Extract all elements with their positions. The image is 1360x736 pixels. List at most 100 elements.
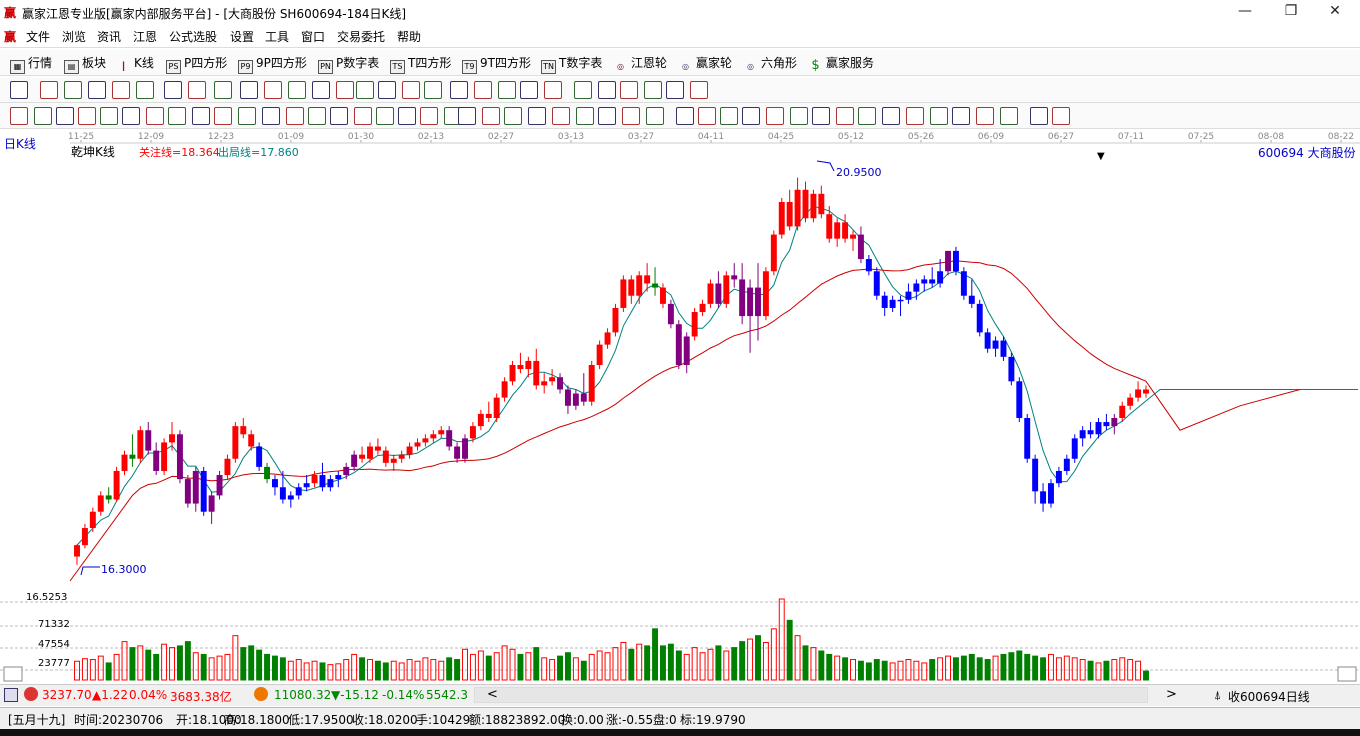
- analysis-tool-button-14[interactable]: [308, 107, 326, 125]
- analysis-tool-button-15[interactable]: [330, 107, 348, 125]
- analysis-tool-button-32[interactable]: [720, 107, 738, 125]
- analysis-tool-button-17[interactable]: [376, 107, 394, 125]
- analysis-tool-button-2[interactable]: [34, 107, 52, 125]
- analysis-tool-button-34[interactable]: [766, 107, 784, 125]
- analysis-tool-button-29[interactable]: [646, 107, 664, 125]
- analysis-tool-button-31[interactable]: [698, 107, 716, 125]
- tool-button-7[interactable]: [164, 81, 182, 99]
- tool-button-13[interactable]: [312, 81, 330, 99]
- toolbar-9p-square-button[interactable]: P9 9P四方形: [238, 54, 307, 74]
- tool-button-27[interactable]: [644, 81, 662, 99]
- tool-button-4[interactable]: [88, 81, 106, 99]
- analysis-tool-button-26[interactable]: [576, 107, 594, 125]
- analysis-tool-button-11[interactable]: [238, 107, 256, 125]
- analysis-tool-button-10[interactable]: [214, 107, 232, 125]
- analysis-tool-button-7[interactable]: [146, 107, 164, 125]
- tool-button-25[interactable]: [598, 81, 616, 99]
- analysis-tool-button-23[interactable]: [504, 107, 522, 125]
- menu-window[interactable]: 窗口: [301, 28, 325, 45]
- volume-expand-button[interactable]: [3, 666, 23, 682]
- analysis-tool-button-22[interactable]: [482, 107, 500, 125]
- analysis-tool-button-27[interactable]: [598, 107, 616, 125]
- analysis-tool-button-13[interactable]: [286, 107, 304, 125]
- tool-button-12[interactable]: [288, 81, 306, 99]
- tool-button-6[interactable]: [136, 81, 154, 99]
- tool-button-21[interactable]: [498, 81, 516, 99]
- kline-chart[interactable]: 11-25 12-09 12-23 01-09 01-30 02-13 02-27 03-13…: [0, 129, 1360, 684]
- toolbar-gann-wheel-button[interactable]: ◎ 江恩轮: [613, 54, 667, 72]
- menu-tools[interactable]: 工具: [265, 28, 289, 45]
- tool-button-2[interactable]: [40, 81, 58, 99]
- analysis-tool-button-24[interactable]: [528, 107, 546, 125]
- tool-button-20[interactable]: [474, 81, 492, 99]
- toolbar-t-square-button[interactable]: TS T四方形: [390, 54, 451, 74]
- analysis-tool-button-46[interactable]: [1052, 107, 1070, 125]
- analysis-tool-button-42[interactable]: [952, 107, 970, 125]
- volume-scroll-button[interactable]: [1337, 666, 1357, 682]
- horizontal-scrollbar[interactable]: [474, 687, 1148, 703]
- analysis-tool-button-5[interactable]: [100, 107, 118, 125]
- menu-help[interactable]: 帮助: [397, 28, 421, 45]
- analysis-tool-button-36[interactable]: [812, 107, 830, 125]
- minimize-button[interactable]: —: [1222, 0, 1268, 24]
- analysis-tool-button-39[interactable]: [882, 107, 900, 125]
- tool-button-3[interactable]: [64, 81, 82, 99]
- scroll-left-button[interactable]: <: [487, 687, 498, 702]
- tool-button-28[interactable]: [666, 81, 684, 99]
- tool-button-26[interactable]: [620, 81, 638, 99]
- toolbar-t-number-button[interactable]: TN T数字表: [541, 54, 602, 74]
- toolbar-sector-button[interactable]: ▤ 板块: [64, 54, 106, 74]
- tool-button-8[interactable]: [188, 81, 206, 99]
- tool-button-9[interactable]: [214, 81, 232, 99]
- toolbar-p-square-button[interactable]: PS P四方形: [166, 54, 227, 74]
- toolbar-9t-square-button[interactable]: T9 9T四方形: [462, 54, 531, 74]
- toolbar-hexagon-button[interactable]: ◎ 六角形: [743, 54, 797, 72]
- maximize-button[interactable]: ❐: [1268, 0, 1314, 24]
- tool-button-18[interactable]: [424, 81, 442, 99]
- menu-trade[interactable]: 交易委托: [337, 28, 385, 45]
- menu-gann[interactable]: 江恩: [133, 28, 157, 45]
- tool-button-11[interactable]: [264, 81, 282, 99]
- grid-icon[interactable]: [4, 688, 18, 702]
- tool-button-16[interactable]: [378, 81, 396, 99]
- toolbar-kline-button[interactable]: ┃ K线: [116, 54, 154, 72]
- analysis-tool-button-28[interactable]: [622, 107, 640, 125]
- analysis-tool-button-40[interactable]: [906, 107, 924, 125]
- kline-chart-area[interactable]: 11-25 12-09 12-23 01-09 01-30 02-13 02-27 03-13…: [0, 129, 1360, 684]
- analysis-tool-button-37[interactable]: [836, 107, 854, 125]
- toolbar-winner-wheel-button[interactable]: ◎ 赢家轮: [678, 54, 732, 72]
- analysis-tool-button-16[interactable]: [354, 107, 372, 125]
- menu-formula[interactable]: 公式选股: [169, 28, 217, 45]
- analysis-tool-button-45[interactable]: [1030, 107, 1048, 125]
- analysis-tool-button-8[interactable]: [168, 107, 186, 125]
- analysis-tool-button-21[interactable]: [458, 107, 476, 125]
- analysis-tool-button-38[interactable]: [858, 107, 876, 125]
- analysis-tool-button-9[interactable]: [192, 107, 210, 125]
- menu-file[interactable]: 文件: [26, 28, 50, 45]
- tool-button-10[interactable]: [240, 81, 258, 99]
- toolbar-p-number-button[interactable]: PN P数字表: [318, 54, 379, 74]
- analysis-tool-button-18[interactable]: [398, 107, 416, 125]
- menu-info[interactable]: 资讯: [97, 28, 121, 45]
- tool-button-17[interactable]: [402, 81, 420, 99]
- tool-button-14[interactable]: [336, 81, 354, 99]
- analysis-tool-button-1[interactable]: [10, 107, 28, 125]
- analysis-tool-button-41[interactable]: [930, 107, 948, 125]
- tool-button-24[interactable]: [574, 81, 592, 99]
- menu-browse[interactable]: 浏览: [62, 28, 86, 45]
- tool-button-29[interactable]: [690, 81, 708, 99]
- toolbar-quotes-button[interactable]: ▦ 行情: [10, 54, 52, 74]
- tool-button-22[interactable]: [520, 81, 538, 99]
- analysis-tool-button-19[interactable]: [420, 107, 438, 125]
- analysis-tool-button-6[interactable]: [122, 107, 140, 125]
- tool-button-23[interactable]: [544, 81, 562, 99]
- scroll-right-button[interactable]: >: [1166, 687, 1177, 702]
- tool-button-5[interactable]: [112, 81, 130, 99]
- analysis-tool-button-44[interactable]: [1000, 107, 1018, 125]
- tool-button-19[interactable]: [450, 81, 468, 99]
- analysis-tool-button-35[interactable]: [790, 107, 808, 125]
- close-button[interactable]: ✕: [1312, 0, 1358, 24]
- tool-button-15[interactable]: [356, 81, 374, 99]
- analysis-tool-button-4[interactable]: [78, 107, 96, 125]
- analysis-tool-button-30[interactable]: [676, 107, 694, 125]
